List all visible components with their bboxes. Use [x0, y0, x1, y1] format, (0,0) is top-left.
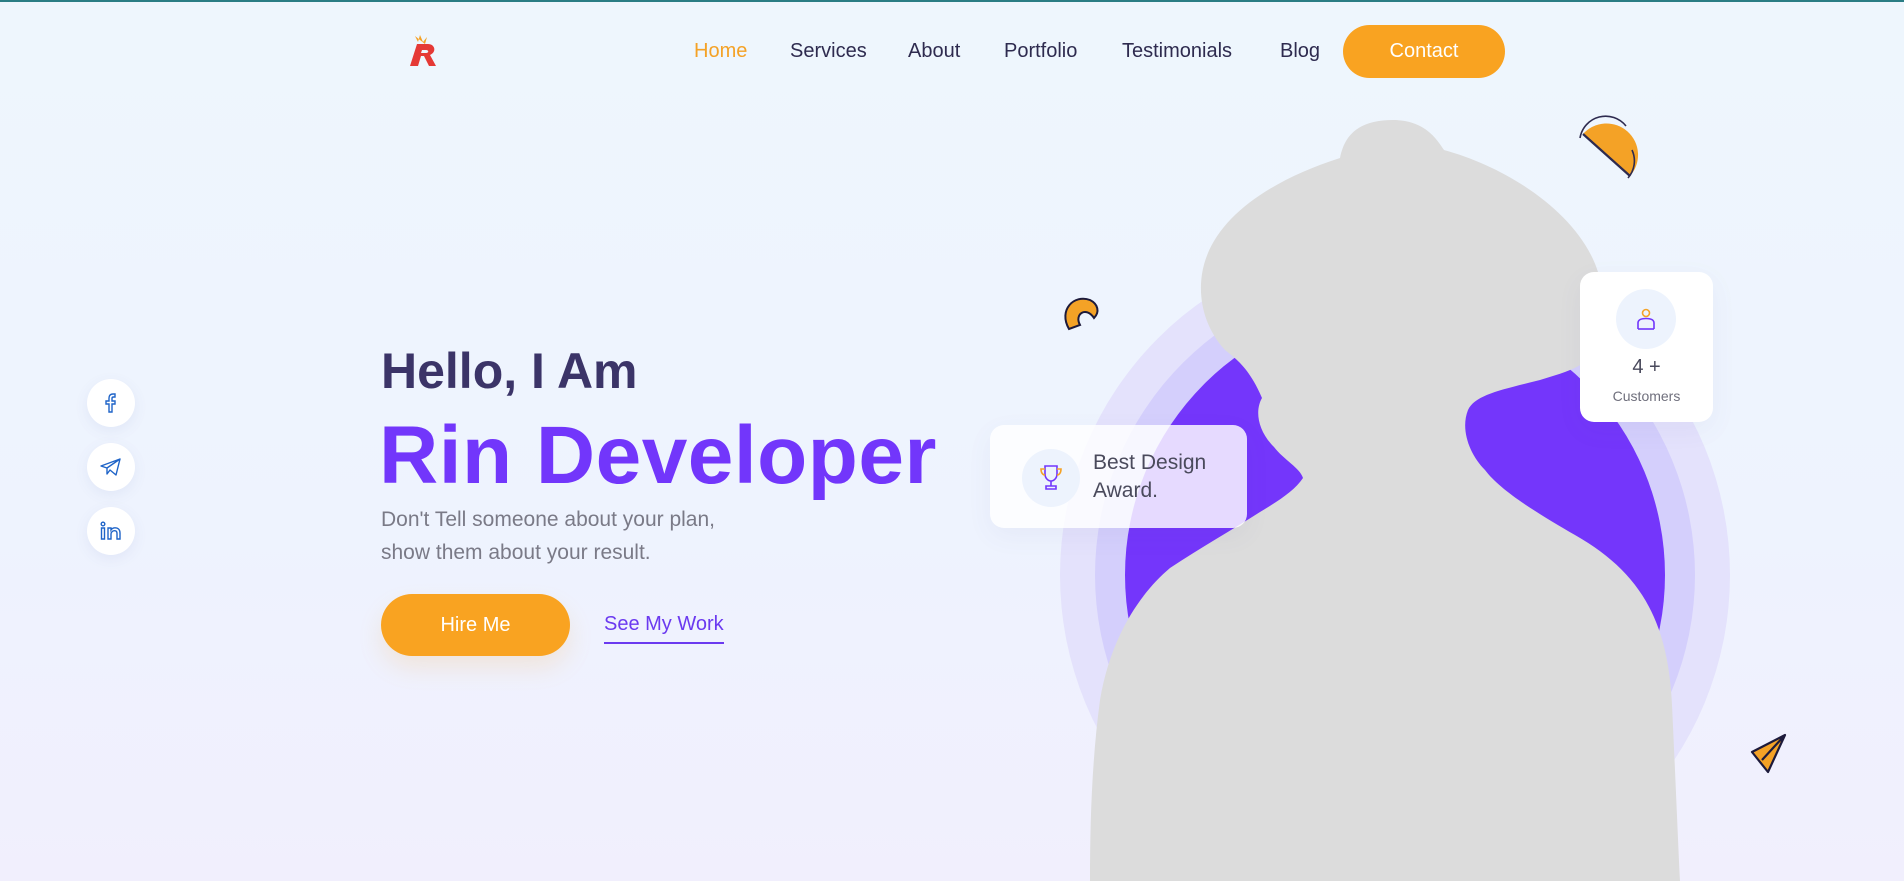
customers-count: 4 +	[1632, 356, 1661, 378]
contact-button[interactable]: Contact	[1343, 25, 1505, 78]
customers-card: 4 + Customers	[1580, 272, 1713, 422]
award-card: Best Design Award.	[990, 425, 1247, 528]
hero-name: Rin Developer	[379, 410, 937, 501]
nav-portfolio[interactable]: Portfolio	[1004, 40, 1077, 63]
paper-plane-shape-icon	[1750, 733, 1787, 774]
user-icon	[1637, 308, 1655, 330]
linkedin-link[interactable]	[87, 507, 135, 555]
hire-me-button[interactable]: Hire Me	[381, 594, 570, 656]
half-circle-shape-icon	[1579, 115, 1639, 179]
facebook-link[interactable]	[87, 379, 135, 427]
award-line-1: Best Design	[1093, 451, 1207, 474]
tagline-line-2: show them about your result.	[381, 541, 651, 564]
telegram-link[interactable]	[87, 443, 135, 491]
customers-label: Customers	[1612, 388, 1681, 404]
award-text: Best Design Award.	[1093, 449, 1233, 505]
nav-blog[interactable]: Blog	[1280, 40, 1320, 63]
nav-testimonials[interactable]: Testimonials	[1122, 40, 1232, 63]
award-line-2: Award.	[1093, 479, 1158, 502]
hero-greeting: Hello, I Am	[381, 343, 638, 399]
telegram-icon	[100, 458, 121, 476]
nav-about[interactable]: About	[908, 40, 960, 63]
hero-illustration	[1060, 115, 1787, 881]
trophy-icon	[1040, 465, 1062, 490]
top-accent-line	[0, 0, 1904, 2]
main-nav: Home Services About Portfolio Testimonia…	[0, 26, 1904, 78]
facebook-icon	[105, 393, 116, 413]
hero-tagline: Don't Tell someone about your plan, show…	[381, 503, 781, 569]
arc-shape-icon	[1064, 297, 1099, 331]
linkedin-icon	[100, 521, 121, 540]
see-my-work-link[interactable]: See My Work	[604, 613, 724, 644]
nav-home[interactable]: Home	[694, 40, 747, 63]
nav-services[interactable]: Services	[790, 40, 867, 63]
tagline-line-1: Don't Tell someone about your plan,	[381, 508, 716, 531]
